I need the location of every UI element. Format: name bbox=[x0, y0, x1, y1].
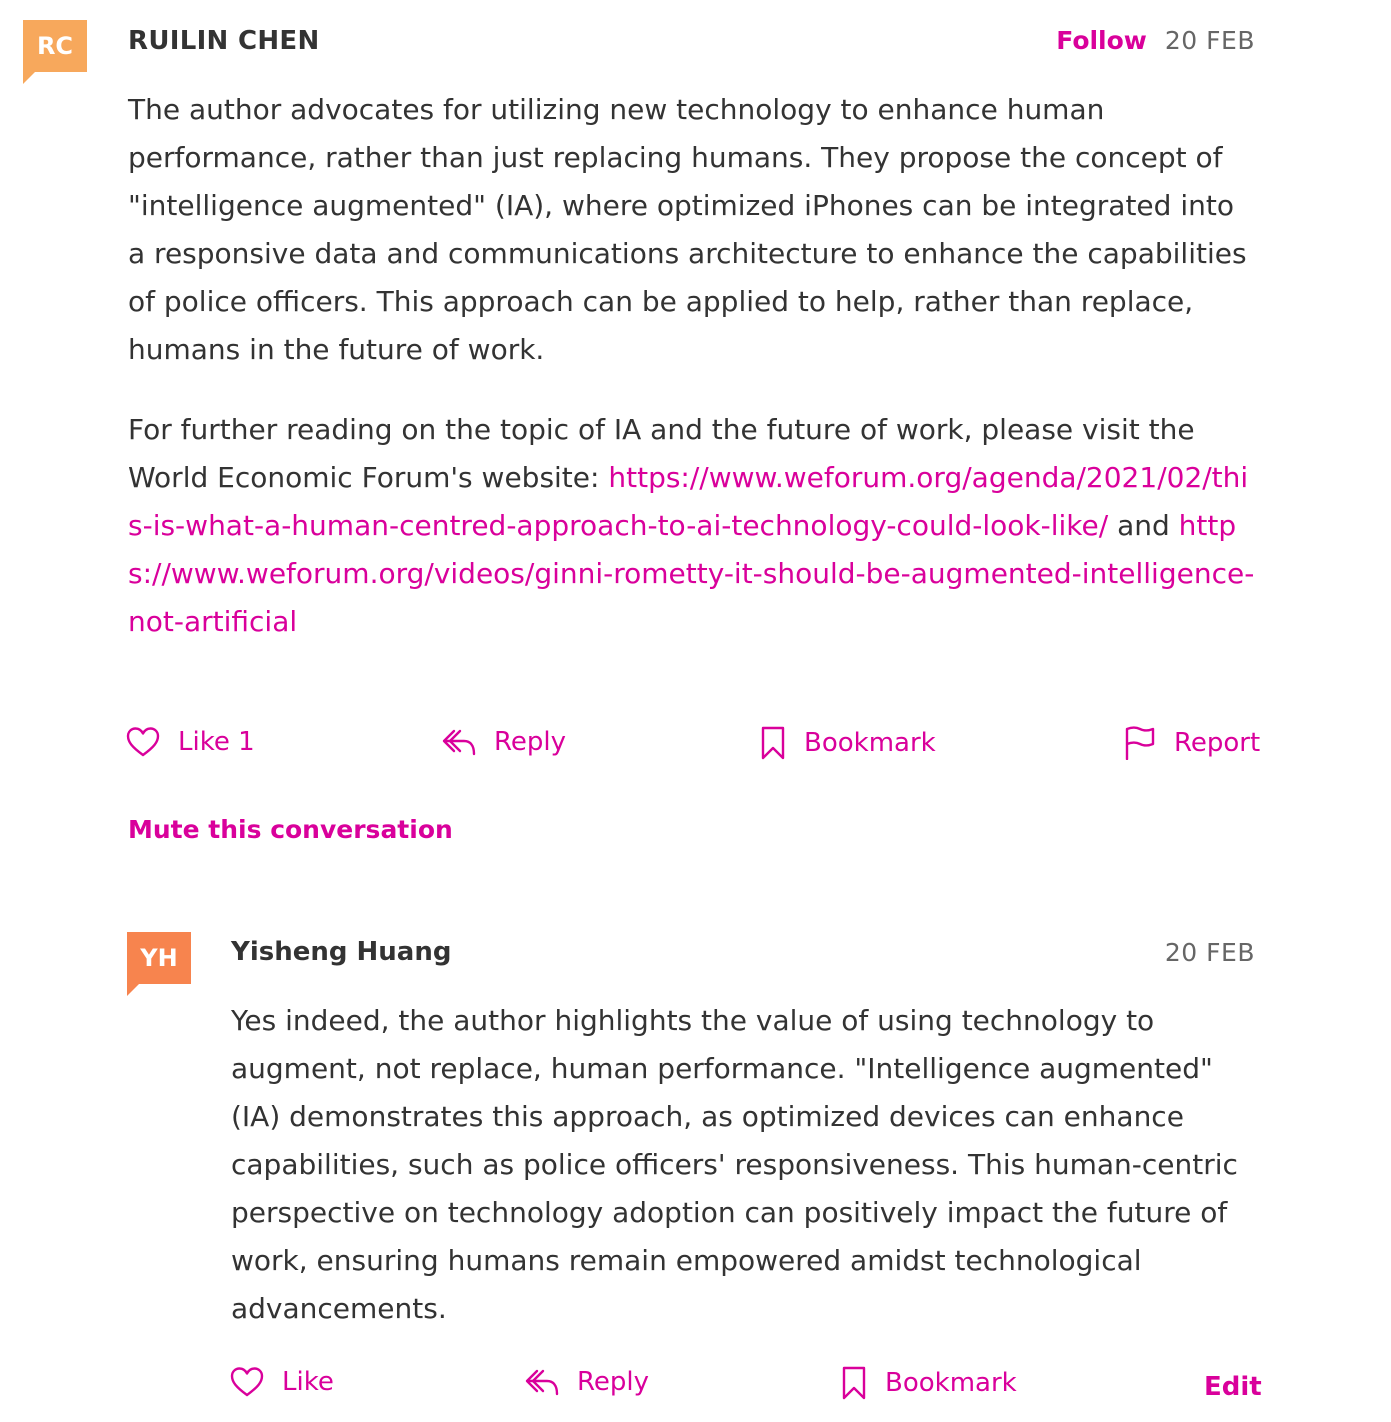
like-label: Like bbox=[282, 1367, 334, 1397]
comment-author[interactable]: Yisheng Huang bbox=[231, 937, 451, 967]
like-button[interactable]: Like 1 bbox=[126, 726, 255, 758]
mute-conversation-link[interactable]: Mute this conversation bbox=[128, 815, 453, 844]
like-button[interactable]: Like bbox=[230, 1366, 334, 1398]
comment-actions: Like Reply Bookmark Edit bbox=[0, 1366, 1391, 1410]
link-joiner: and bbox=[1117, 509, 1170, 542]
heart-icon bbox=[126, 727, 160, 757]
bookmark-label: Bookmark bbox=[885, 1368, 1017, 1398]
comment-meta: 20 FEB bbox=[1165, 938, 1255, 967]
bookmark-icon bbox=[842, 1366, 866, 1400]
report-button[interactable]: Report bbox=[1124, 726, 1260, 760]
comment-date: 20 FEB bbox=[1164, 938, 1255, 967]
flag-icon bbox=[1125, 726, 1155, 760]
comment-author[interactable]: RUILIN CHEN bbox=[128, 26, 320, 56]
bookmark-label: Bookmark bbox=[804, 728, 936, 758]
comment-actions: Like 1 Reply Bookmark Report bbox=[0, 726, 1391, 770]
like-label: Like 1 bbox=[178, 727, 255, 757]
reply-button[interactable]: Reply bbox=[442, 726, 566, 758]
avatar: YH bbox=[127, 932, 191, 996]
comment-paragraph: For further reading on the topic of IA a… bbox=[128, 406, 1258, 646]
reply-arrow-icon bbox=[525, 1369, 559, 1396]
comment-meta: Follow 20 FEB bbox=[1056, 26, 1255, 55]
report-label: Report bbox=[1174, 728, 1261, 758]
reply-button[interactable]: Reply bbox=[525, 1366, 649, 1398]
avatar: RC bbox=[23, 20, 87, 84]
comment-paragraph: Yes indeed, the author highlights the va… bbox=[231, 1004, 1238, 1325]
bookmark-button[interactable]: Bookmark bbox=[841, 1366, 1017, 1400]
bookmark-button[interactable]: Bookmark bbox=[760, 726, 936, 760]
bookmark-icon bbox=[761, 726, 785, 760]
comment-body: The author advocates for utilizing new t… bbox=[128, 86, 1258, 646]
edit-button[interactable]: Edit bbox=[1204, 1372, 1262, 1402]
comment-date: 20 FEB bbox=[1164, 26, 1255, 55]
follow-button[interactable]: Follow bbox=[1056, 26, 1147, 55]
comment-paragraph: The author advocates for utilizing new t… bbox=[128, 93, 1247, 366]
reply-label: Reply bbox=[577, 1367, 650, 1397]
comment-body: Yes indeed, the author highlights the va… bbox=[231, 997, 1259, 1333]
reply-arrow-icon bbox=[442, 729, 476, 756]
heart-icon bbox=[230, 1367, 264, 1397]
reply-label: Reply bbox=[494, 727, 567, 757]
